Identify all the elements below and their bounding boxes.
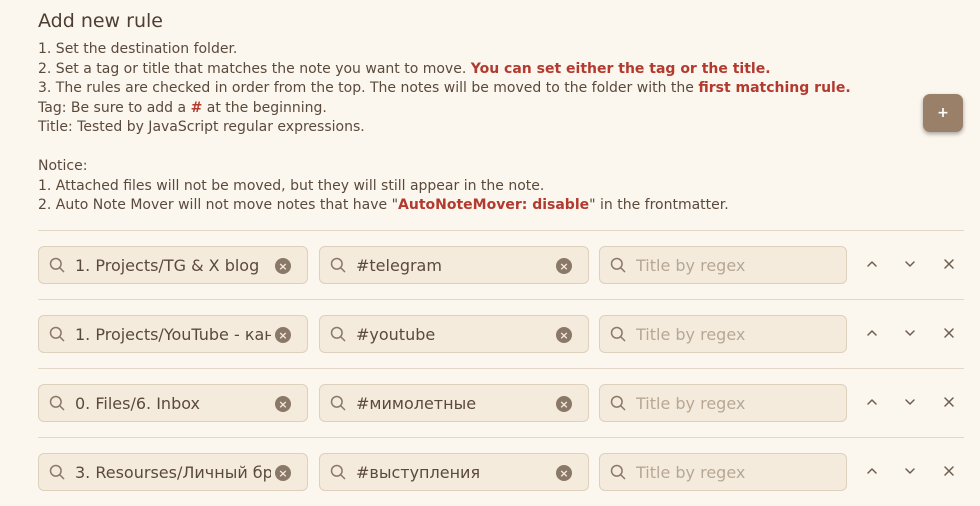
- title-regex-input[interactable]: Title by regex: [599, 453, 847, 491]
- folder-value: 1. Projects/TG & X blog: [75, 256, 260, 275]
- move-up-button[interactable]: [862, 255, 882, 275]
- tag-value: #выступления: [356, 463, 481, 482]
- chevron-up-icon: [865, 325, 879, 344]
- chevron-down-icon: [903, 394, 917, 413]
- title-regex-input[interactable]: Title by regex: [599, 246, 847, 284]
- notice-title: Notice:: [38, 157, 898, 177]
- folder-value: 1. Projects/YouTube - канал: [75, 325, 271, 344]
- tag-value: #telegram: [356, 256, 442, 275]
- search-icon: [330, 464, 346, 480]
- chevron-up-icon: [865, 256, 879, 275]
- desc-line-3: 3. The rules are checked in order from t…: [38, 79, 898, 99]
- move-down-button[interactable]: [900, 393, 920, 413]
- folder-input[interactable]: 3. Resourses/Личный бренд ×: [38, 453, 308, 491]
- rule-description: 1. Set the destination folder. 2. Set a …: [38, 40, 898, 216]
- chevron-down-icon: [903, 256, 917, 275]
- search-icon: [610, 395, 626, 411]
- desc-text: 1. Set the destination folder.: [38, 41, 238, 57]
- tag-value: #youtube: [356, 325, 436, 344]
- desc-text: Title: Tested by JavaScript regular expr…: [38, 119, 365, 135]
- rule-row: 1. Projects/TG & X blog × #telegram × Ti…: [38, 230, 964, 299]
- folder-input[interactable]: 0. Files/6. Inbox ×: [38, 384, 308, 422]
- rules-list: 1. Projects/TG & X blog × #telegram × Ti…: [38, 230, 964, 506]
- section-heading: Add new rule: [38, 10, 163, 32]
- tag-input[interactable]: #youtube ×: [319, 315, 589, 353]
- chevron-up-icon: [865, 394, 879, 413]
- title-regex-input[interactable]: Title by regex: [599, 315, 847, 353]
- notice-line-2: 2. Auto Note Mover will not move notes t…: [38, 196, 898, 216]
- search-icon: [49, 395, 65, 411]
- clear-icon[interactable]: ×: [275, 465, 291, 481]
- delete-rule-button[interactable]: [939, 255, 959, 275]
- desc-highlight: You can set either the tag or the title.: [470, 60, 771, 77]
- folder-value: 3. Resourses/Личный бренд: [75, 463, 271, 482]
- tag-input[interactable]: #мимолетные ×: [319, 384, 589, 422]
- desc-line-5: Title: Tested by JavaScript regular expr…: [38, 118, 898, 138]
- close-icon: [942, 463, 956, 482]
- folder-input[interactable]: 1. Projects/YouTube - канал ×: [38, 315, 308, 353]
- clear-icon[interactable]: ×: [556, 396, 572, 412]
- tag-value: #мимолетные: [356, 394, 477, 413]
- desc-line-4: Tag: Be sure to add a # at the beginning…: [38, 99, 898, 119]
- chevron-up-icon: [865, 463, 879, 482]
- desc-text: 1. Attached files will not be moved, but…: [38, 177, 545, 194]
- search-icon: [330, 395, 346, 411]
- folder-input[interactable]: 1. Projects/TG & X blog ×: [38, 246, 308, 284]
- clear-icon[interactable]: ×: [275, 258, 291, 274]
- desc-text: Tag: Be sure to add a: [38, 99, 191, 116]
- move-up-button[interactable]: [862, 393, 882, 413]
- tag-input[interactable]: #telegram ×: [319, 246, 589, 284]
- desc-highlight: AutoNoteMover: disable: [398, 197, 590, 213]
- delete-rule-button[interactable]: [939, 393, 959, 413]
- search-icon: [330, 257, 346, 273]
- close-icon: [942, 325, 956, 344]
- notice-line-1: 1. Attached files will not be moved, but…: [38, 177, 898, 197]
- clear-icon[interactable]: ×: [556, 258, 572, 274]
- title-placeholder: Title by regex: [636, 325, 746, 344]
- move-down-button[interactable]: [900, 324, 920, 344]
- move-down-button[interactable]: [900, 462, 920, 482]
- close-icon: [942, 394, 956, 413]
- title-placeholder: Title by regex: [636, 463, 746, 482]
- clear-icon[interactable]: ×: [556, 327, 572, 343]
- chevron-down-icon: [903, 463, 917, 482]
- close-icon: [942, 256, 956, 275]
- clear-icon[interactable]: ×: [556, 465, 572, 481]
- clear-icon[interactable]: ×: [275, 327, 291, 343]
- title-placeholder: Title by regex: [636, 394, 746, 413]
- clear-icon[interactable]: ×: [275, 396, 291, 412]
- search-icon: [610, 464, 626, 480]
- desc-text: at the beginning.: [202, 99, 327, 116]
- chevron-down-icon: [903, 325, 917, 344]
- search-icon: [610, 326, 626, 342]
- search-icon: [49, 257, 65, 273]
- desc-text: 2. Set a tag or title that matches the n…: [38, 60, 471, 77]
- search-icon: [610, 257, 626, 273]
- desc-line-1: 1. Set the destination folder.: [38, 40, 898, 60]
- search-icon: [49, 464, 65, 480]
- desc-text: 2. Auto Note Mover will not move notes t…: [38, 197, 399, 213]
- desc-line-2: 2. Set a tag or title that matches the n…: [38, 60, 898, 80]
- search-icon: [49, 326, 65, 342]
- desc-text: Notice:: [38, 158, 88, 174]
- move-down-button[interactable]: [900, 255, 920, 275]
- desc-text: 3. The rules are checked in order from t…: [38, 80, 699, 96]
- folder-value: 0. Files/6. Inbox: [75, 394, 200, 413]
- move-up-button[interactable]: [862, 324, 882, 344]
- delete-rule-button[interactable]: [939, 324, 959, 344]
- move-up-button[interactable]: [862, 462, 882, 482]
- rule-row: 0. Files/6. Inbox × #мимолетные × Title …: [38, 368, 964, 437]
- add-rule-button[interactable]: +: [923, 94, 963, 132]
- title-regex-input[interactable]: Title by regex: [599, 384, 847, 422]
- desc-highlight: #: [190, 99, 203, 116]
- search-icon: [330, 326, 346, 342]
- desc-highlight: first matching rule.: [698, 80, 851, 96]
- rule-row: 3. Resourses/Личный бренд × #выступления…: [38, 437, 964, 506]
- tag-input[interactable]: #выступления ×: [319, 453, 589, 491]
- desc-text: " in the frontmatter.: [589, 197, 729, 213]
- title-placeholder: Title by regex: [636, 256, 746, 275]
- delete-rule-button[interactable]: [939, 462, 959, 482]
- rule-row: 1. Projects/YouTube - канал × #youtube ×…: [38, 299, 964, 368]
